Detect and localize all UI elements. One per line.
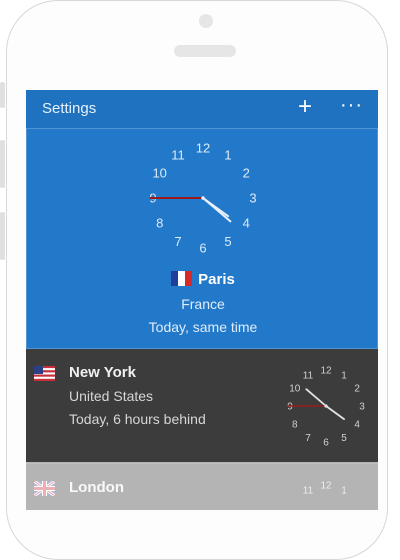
home-country: France xyxy=(181,296,225,312)
city-card-new-york[interactable]: New York United States Today, 6 hours be… xyxy=(26,349,378,464)
city-name: New York xyxy=(69,364,136,381)
clock-numeral: 11 xyxy=(303,485,314,496)
city-time-difference: Today, 6 hours behind xyxy=(69,411,206,427)
city-card-london[interactable]: London 12 1 11 xyxy=(26,464,378,510)
clock-numeral: 9 xyxy=(287,402,293,413)
analog-clock-london: 12 111 xyxy=(303,481,347,497)
clock-numeral: 7 xyxy=(174,234,181,249)
minute-hand xyxy=(325,405,345,421)
app-screen: Settings + ··· 121234567891011 Paris Fra… xyxy=(26,90,378,510)
home-city-row: Paris xyxy=(27,271,378,288)
clock-numeral: 10 xyxy=(289,384,301,395)
clock-numeral: 5 xyxy=(341,433,347,444)
front-camera xyxy=(199,14,213,28)
more-dots-icon[interactable]: ··· xyxy=(340,94,363,117)
clock-numeral: 1 xyxy=(341,485,347,496)
app-title: Settings xyxy=(42,100,97,117)
home-city-card[interactable]: 121234567891011 Paris France Today, same… xyxy=(26,128,378,349)
side-button-mute xyxy=(0,82,5,108)
us-flag-icon xyxy=(34,366,55,381)
city-name: London xyxy=(69,479,124,496)
home-city-name: Paris xyxy=(198,271,235,288)
clock-numeral: 4 xyxy=(354,420,360,431)
city-country: United States xyxy=(69,388,154,404)
clock-numeral: 5 xyxy=(224,234,231,249)
clock-numeral: 12 xyxy=(196,141,210,156)
france-flag-icon xyxy=(171,271,193,286)
uk-flag-icon xyxy=(34,481,55,496)
clock-numeral: 2 xyxy=(243,166,250,181)
clock-numeral: 12 xyxy=(320,366,332,377)
side-button-volume-down xyxy=(0,212,5,260)
plus-icon[interactable]: + xyxy=(298,93,312,121)
side-button-volume-up xyxy=(0,140,5,188)
analog-clock-new-york: 12 12 3 45 6 78 9 1011 xyxy=(287,366,365,449)
clock-numeral: 6 xyxy=(323,438,329,449)
clock-numeral: 8 xyxy=(292,420,298,431)
clock-numeral: 10 xyxy=(152,166,166,181)
clock-numeral: 1 xyxy=(341,370,347,381)
clock-numeral: 2 xyxy=(354,384,360,395)
clock-numeral: 8 xyxy=(156,216,163,231)
hour-hand xyxy=(305,388,327,407)
minute-hand xyxy=(202,197,230,218)
clock-numeral: 7 xyxy=(305,433,311,444)
clock-center-dot xyxy=(324,404,328,408)
analog-clock-home: 121234567891011 xyxy=(149,141,256,256)
clock-numeral: 3 xyxy=(249,191,256,206)
clock-numeral: 3 xyxy=(359,402,365,413)
clock-numeral: 12 xyxy=(320,481,332,492)
clock-numeral: 1 xyxy=(224,147,231,162)
clock-numeral: 6 xyxy=(199,241,206,256)
earpiece-speaker xyxy=(174,45,236,57)
clock-numeral: 11 xyxy=(171,147,185,162)
app-bar: Settings + ··· xyxy=(26,90,378,128)
clock-numeral: 11 xyxy=(303,370,314,381)
clock-center-dot xyxy=(201,196,205,200)
clock-numeral: 4 xyxy=(243,216,250,231)
home-time-difference: Today, same time xyxy=(148,319,258,335)
